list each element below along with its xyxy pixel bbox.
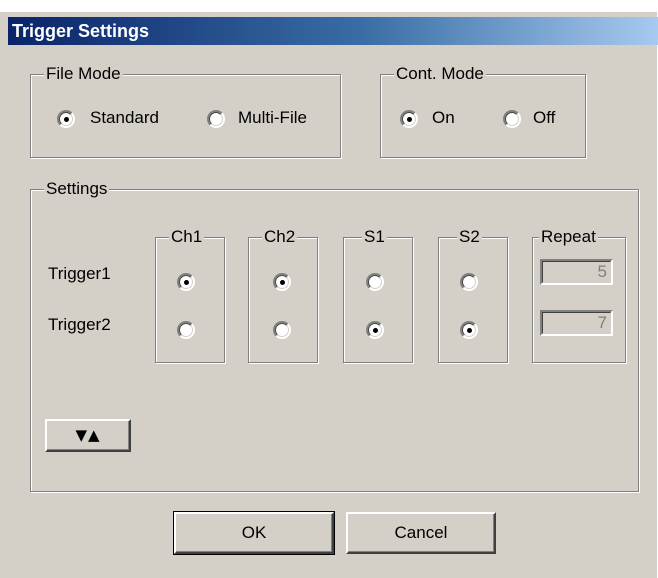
trigger1-s2-radio[interactable] bbox=[460, 273, 478, 291]
file-mode-label: File Mode bbox=[44, 64, 123, 84]
trigger2-ch2-radio[interactable] bbox=[273, 321, 291, 339]
ch2-label: Ch2 bbox=[262, 227, 298, 247]
file-mode-standard-radio[interactable] bbox=[57, 110, 75, 128]
settings-label: Settings bbox=[44, 179, 110, 199]
s2-column: S2 bbox=[438, 227, 508, 363]
s1-label: S1 bbox=[362, 227, 387, 247]
repeat-column: Repeat bbox=[532, 227, 626, 363]
file-mode-standard-label[interactable]: Standard bbox=[90, 108, 159, 128]
trigger2-label: Trigger2 bbox=[48, 315, 111, 334]
repeat-label: Repeat bbox=[539, 227, 598, 247]
ok-button-label: OK bbox=[241, 523, 267, 542]
cancel-button-label: Cancel bbox=[394, 523, 448, 542]
ok-button[interactable]: OK bbox=[173, 511, 335, 555]
file-mode-multifile-label[interactable]: Multi-File bbox=[238, 108, 307, 128]
s1-column: S1 bbox=[343, 227, 413, 363]
ch1-column: Ch1 bbox=[155, 227, 225, 363]
cont-mode-on-radio[interactable] bbox=[400, 110, 418, 128]
ch2-column: Ch2 bbox=[248, 227, 318, 363]
trigger2-repeat-field[interactable]: 7 bbox=[540, 310, 613, 336]
trigger1-ch2-radio[interactable] bbox=[273, 273, 291, 291]
trigger2-s1-radio[interactable] bbox=[366, 321, 384, 339]
trigger2-s2-radio[interactable] bbox=[460, 321, 478, 339]
expand-toggle-button[interactable]: ▼▲ bbox=[45, 419, 131, 452]
cont-mode-label: Cont. Mode bbox=[394, 64, 486, 84]
cancel-button[interactable]: Cancel bbox=[346, 512, 496, 554]
trigger1-label: Trigger1 bbox=[48, 264, 111, 283]
cont-mode-off-radio[interactable] bbox=[503, 110, 521, 128]
title-bar[interactable]: Trigger Settings bbox=[8, 17, 658, 45]
file-mode-multifile-radio[interactable] bbox=[207, 110, 225, 128]
cont-mode-off-label[interactable]: Off bbox=[533, 108, 555, 128]
trigger1-ch1-radio[interactable] bbox=[177, 273, 195, 291]
trigger1-s1-radio[interactable] bbox=[366, 273, 384, 291]
expand-toggle-icon: ▼▲ bbox=[75, 426, 101, 444]
trigger1-repeat-field[interactable]: 5 bbox=[540, 259, 613, 285]
s2-label: S2 bbox=[457, 227, 482, 247]
window-title: Trigger Settings bbox=[12, 21, 150, 41]
ch1-label: Ch1 bbox=[169, 227, 205, 247]
trigger2-ch1-radio[interactable] bbox=[177, 321, 195, 339]
cont-mode-on-label[interactable]: On bbox=[432, 108, 455, 128]
